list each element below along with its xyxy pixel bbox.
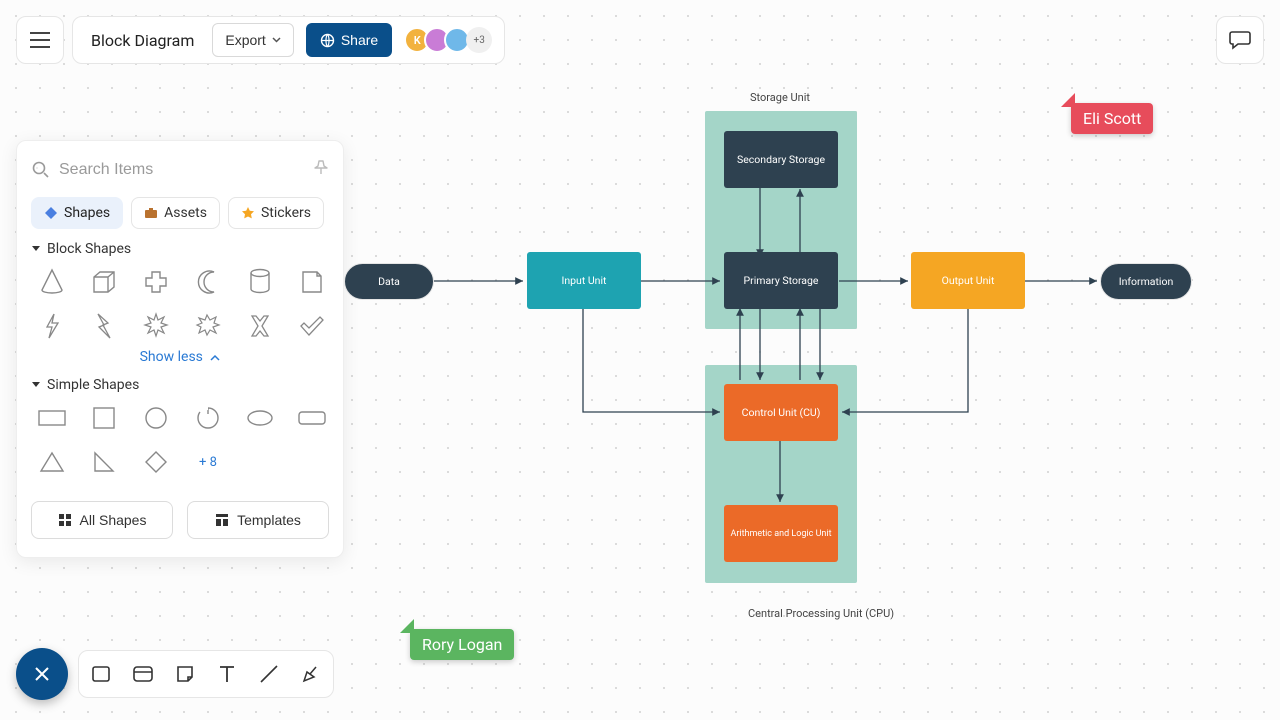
close-fab-button[interactable] (16, 648, 68, 700)
shape-rounded-rect[interactable] (291, 401, 333, 435)
shape-x[interactable] (239, 309, 281, 343)
shape-cross[interactable] (135, 265, 177, 299)
shape-lightning-bolt[interactable] (83, 309, 125, 343)
shape-circle[interactable] (135, 401, 177, 435)
hamburger-icon (30, 32, 50, 48)
shape-lightning[interactable] (31, 309, 73, 343)
export-label: Export (225, 32, 265, 48)
document-header-card: Block Diagram Export Share K +3 (72, 16, 505, 64)
shape-burst[interactable] (135, 309, 177, 343)
shape-explosion[interactable] (187, 309, 229, 343)
tab-shapes[interactable]: Shapes (31, 197, 123, 229)
tab-label: Assets (164, 205, 207, 221)
search-input[interactable] (57, 155, 307, 185)
section-label: Simple Shapes (47, 377, 139, 393)
simple-shapes-grid: + 8 (31, 401, 329, 479)
show-less-link[interactable]: Show less (31, 349, 329, 365)
shape-folded-corner[interactable] (291, 265, 333, 299)
grid-icon (58, 513, 72, 527)
section-label: Block Shapes (47, 241, 131, 257)
collaborator-cursor-eli: Eli Scott (1071, 103, 1153, 134)
shape-ellipse[interactable] (239, 401, 281, 435)
shape-cone[interactable] (31, 265, 73, 299)
all-shapes-button[interactable]: All Shapes (31, 501, 173, 539)
shape-checkmark[interactable] (291, 309, 333, 343)
template-icon (215, 513, 229, 527)
panel-tabs: Shapes Assets Stickers (31, 197, 329, 229)
briefcase-icon (144, 207, 158, 219)
avatar-overflow-count[interactable]: +3 (466, 27, 492, 53)
shape-triangle[interactable] (31, 445, 73, 479)
shape-right-triangle[interactable] (83, 445, 125, 479)
panel-footer: All Shapes Templates (31, 501, 329, 539)
shape-arc[interactable] (187, 401, 229, 435)
tab-label: Stickers (261, 205, 311, 221)
search-icon (31, 160, 51, 180)
shape-moon[interactable] (187, 265, 229, 299)
collaborator-cursor-rory: Rory Logan (410, 629, 514, 660)
tool-pen[interactable] (299, 662, 323, 686)
tool-text[interactable] (215, 662, 239, 686)
block-shapes-grid (31, 265, 329, 343)
shapes-panel: Shapes Assets Stickers Block Shapes Show… (16, 140, 344, 558)
tool-rectangle[interactable] (89, 662, 113, 686)
shape-rectangle[interactable] (31, 401, 73, 435)
diamond-icon (44, 206, 58, 220)
section-block-shapes[interactable]: Block Shapes (31, 241, 329, 257)
export-button[interactable]: Export (212, 23, 293, 57)
templates-label: Templates (237, 512, 301, 528)
templates-button[interactable]: Templates (187, 501, 329, 539)
comments-button[interactable] (1216, 16, 1264, 64)
share-button[interactable]: Share (306, 23, 392, 57)
chevron-down-icon (31, 381, 41, 389)
shape-square[interactable] (83, 401, 125, 435)
section-simple-shapes[interactable]: Simple Shapes (31, 377, 329, 393)
speech-bubble-icon (1229, 30, 1251, 50)
chevron-down-icon (272, 37, 281, 43)
share-label: Share (341, 32, 378, 48)
tab-stickers[interactable]: Stickers (228, 197, 324, 229)
chevron-up-icon (210, 354, 220, 361)
search-row (31, 155, 329, 185)
chevron-down-icon (31, 245, 41, 253)
globe-icon (320, 33, 335, 48)
tool-card[interactable] (131, 662, 155, 686)
tool-line[interactable] (257, 662, 281, 686)
tool-sticky-note[interactable] (173, 662, 197, 686)
shape-cylinder[interactable] (239, 265, 281, 299)
top-bar: Block Diagram Export Share K +3 (16, 16, 505, 64)
tab-assets[interactable]: Assets (131, 197, 220, 229)
close-icon (33, 665, 51, 683)
hamburger-menu-button[interactable] (16, 16, 64, 64)
tab-label: Shapes (64, 205, 110, 221)
shape-cube[interactable] (83, 265, 125, 299)
star-icon (241, 206, 255, 220)
shape-diamond[interactable] (135, 445, 177, 479)
document-title[interactable]: Block Diagram (85, 31, 200, 50)
bottom-toolbar (78, 650, 334, 698)
pin-icon[interactable] (313, 160, 329, 180)
collaborator-avatars[interactable]: K +3 (404, 27, 492, 53)
simple-shapes-more[interactable]: + 8 (187, 445, 229, 479)
all-shapes-label: All Shapes (80, 512, 147, 528)
